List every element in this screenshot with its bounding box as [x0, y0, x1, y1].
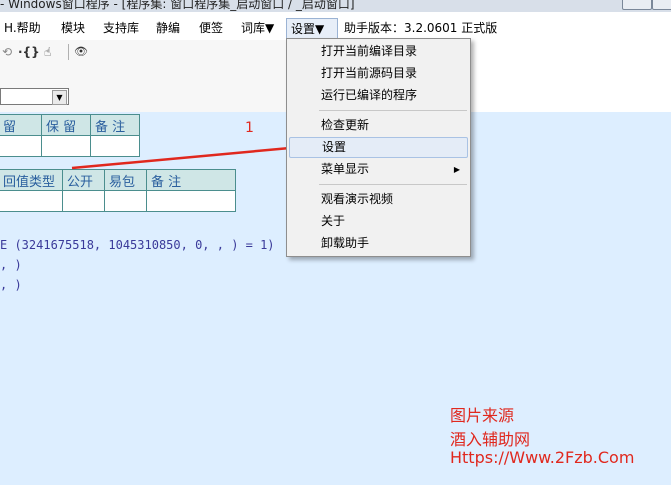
table-cell[interactable]	[0, 135, 42, 157]
table-header-1: 留 保 留 备 注	[0, 114, 140, 157]
chevron-down-icon[interactable]: ▼	[52, 90, 67, 105]
toolbar-separator	[68, 44, 69, 60]
menu-thesaurus[interactable]: 词库▼	[237, 18, 278, 38]
settings-dropdown-menu: 打开当前编译目录 打开当前源码目录 运行已编译的程序 检查更新 设置 菜单显示 …	[286, 38, 471, 257]
window-title: - Windows窗口程序 - [程序集: 窗口程序集_启动窗口 / _启动窗口…	[0, 0, 355, 11]
menu-item-open-source-dir[interactable]: 打开当前源码目录	[289, 63, 468, 84]
menu-item-check-update[interactable]: 检查更新	[289, 115, 468, 136]
table-cell: 易包	[104, 169, 147, 191]
table-cell: 备 注	[146, 169, 236, 191]
menu-help[interactable]: H.帮助	[0, 18, 45, 38]
submenu-arrow-icon: ▶	[453, 165, 460, 174]
table-cell: 留	[0, 114, 42, 136]
menu-item-open-compile-dir[interactable]: 打开当前编译目录	[289, 41, 468, 62]
menu-module[interactable]: 模块	[57, 18, 89, 38]
code-line[interactable]: , )	[0, 278, 22, 292]
table-header-2: 回值类型 公开 易包 备 注	[0, 169, 236, 212]
close-button[interactable]	[652, 0, 671, 10]
menu-separator	[319, 184, 467, 185]
table-cell: 保 留	[41, 114, 91, 136]
menu-item-about[interactable]: 关于	[289, 211, 468, 232]
table-cell: 备 注	[90, 114, 140, 136]
restore-button[interactable]	[622, 0, 652, 10]
undo-icon[interactable]: ⟲	[2, 43, 12, 61]
table-cell[interactable]	[90, 135, 140, 157]
table-cell[interactable]	[146, 190, 236, 212]
menu-item-watch-demo[interactable]: 观看演示视频	[289, 189, 468, 210]
window-title-bar: - Windows窗口程序 - [程序集: 窗口程序集_启动窗口 / _启动窗口…	[0, 0, 671, 12]
menu-settings[interactable]: 设置▼	[286, 18, 338, 40]
toolbar: ⟲ ·{} ☝ 👁	[0, 40, 286, 64]
menu-notes[interactable]: 便签	[195, 18, 227, 38]
table-cell[interactable]	[0, 190, 63, 212]
menu-item-run-compiled[interactable]: 运行已编译的程序	[289, 85, 468, 106]
menu-item-label: 菜单显示	[321, 162, 370, 176]
menu-support-lib[interactable]: 支持库	[99, 18, 143, 38]
table-cell[interactable]	[62, 190, 105, 212]
table-cell[interactable]	[104, 190, 147, 212]
menu-item-menu-display[interactable]: 菜单显示 ▶	[289, 159, 468, 180]
watermark-line: 图片来源	[450, 406, 515, 425]
menu-separator	[319, 110, 467, 111]
braces-icon[interactable]: ·{}	[18, 43, 40, 61]
annotation-number: 1	[245, 120, 254, 136]
menu-item-settings[interactable]: 设置	[289, 137, 468, 158]
table-cell: 公开	[62, 169, 105, 191]
editor-combobox[interactable]: ▼	[0, 88, 69, 105]
watermark-url: Https://Www.2Fzb.Com	[450, 448, 635, 467]
helper-version: 助手版本：3.2.0601 正式版	[344, 21, 498, 35]
watermark-line: 酒入辅助网	[450, 430, 531, 449]
code-line[interactable]: , )	[0, 258, 22, 272]
menu-static-compile[interactable]: 静编	[152, 18, 184, 38]
hand-icon[interactable]: ☝	[44, 43, 51, 61]
binoculars-icon[interactable]: 👁	[74, 43, 88, 61]
table-cell[interactable]	[41, 135, 91, 157]
menu-item-uninstall[interactable]: 卸载助手	[289, 233, 468, 254]
menu-bar: H.帮助 模块 支持库 静编 便签 词库▼ 设置▼ 助手版本：3.2.0601 …	[0, 12, 671, 40]
table-cell: 回值类型	[0, 169, 63, 191]
code-line[interactable]: E (3241675518, 1045310850, 0, , ) = 1)	[0, 238, 275, 252]
